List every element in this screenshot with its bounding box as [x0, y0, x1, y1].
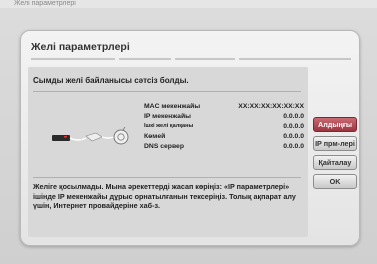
mac-address-row: MAC мекенжайы XX:XX:XX:XX:XX:XX: [144, 103, 304, 113]
network-diagram-icon: [52, 126, 129, 145]
ip-address-row: IP мекенжайы 0.0.0.0: [144, 113, 304, 123]
row-value: 0.0.0.0: [283, 133, 304, 140]
row-label: Ішкі желі қалқаны: [144, 123, 194, 129]
top-partial-text: Желі параметрлері: [14, 0, 76, 7]
step-segment: [239, 58, 351, 60]
button-column: Алдыңғы IP прм-лері Қайталау OK: [313, 117, 357, 193]
status-message: Сымды желі байланысы сәтсіз болды.: [33, 76, 189, 85]
row-label: DNS сервер: [144, 143, 184, 150]
divider: [33, 91, 301, 92]
row-label: IP мекенжайы: [144, 113, 191, 120]
dialog-title: Желі параметрлері: [31, 41, 130, 53]
network-info-table: MAC мекенжайы XX:XX:XX:XX:XX:XX IP мекен…: [144, 103, 304, 153]
row-value: 0.0.0.0: [283, 123, 304, 130]
dns-server-row: DNS сервер 0.0.0.0: [144, 143, 304, 153]
step-segment: [119, 58, 171, 60]
retry-button[interactable]: Қайталау: [313, 155, 357, 170]
row-value: 0.0.0.0: [283, 143, 304, 150]
subnet-mask-row: Ішкі желі қалқаны 0.0.0.0: [144, 123, 304, 133]
step-segment: [31, 58, 115, 60]
divider: [33, 177, 301, 178]
ok-button[interactable]: OK: [313, 174, 357, 189]
step-segment: [175, 58, 235, 60]
row-value: XX:XX:XX:XX:XX:XX: [238, 103, 304, 110]
ip-settings-button[interactable]: IP прм-лері: [313, 136, 357, 151]
gateway-row: Көмей 0.0.0.0: [144, 133, 304, 143]
row-label: Көмей: [144, 133, 166, 140]
progress-steps: [31, 58, 351, 60]
help-text: Желіге қосылмады. Мына әрекеттерді жасап…: [33, 182, 296, 210]
content-panel: Сымды желі байланысы сәтсіз болды. MAC м…: [28, 67, 308, 237]
row-value: 0.0.0.0: [283, 113, 304, 120]
row-label: MAC мекенжайы: [144, 103, 201, 110]
previous-button[interactable]: Алдыңғы: [313, 117, 357, 132]
network-settings-dialog: Желі параметрлері Сымды желі байланысы с…: [20, 30, 360, 246]
